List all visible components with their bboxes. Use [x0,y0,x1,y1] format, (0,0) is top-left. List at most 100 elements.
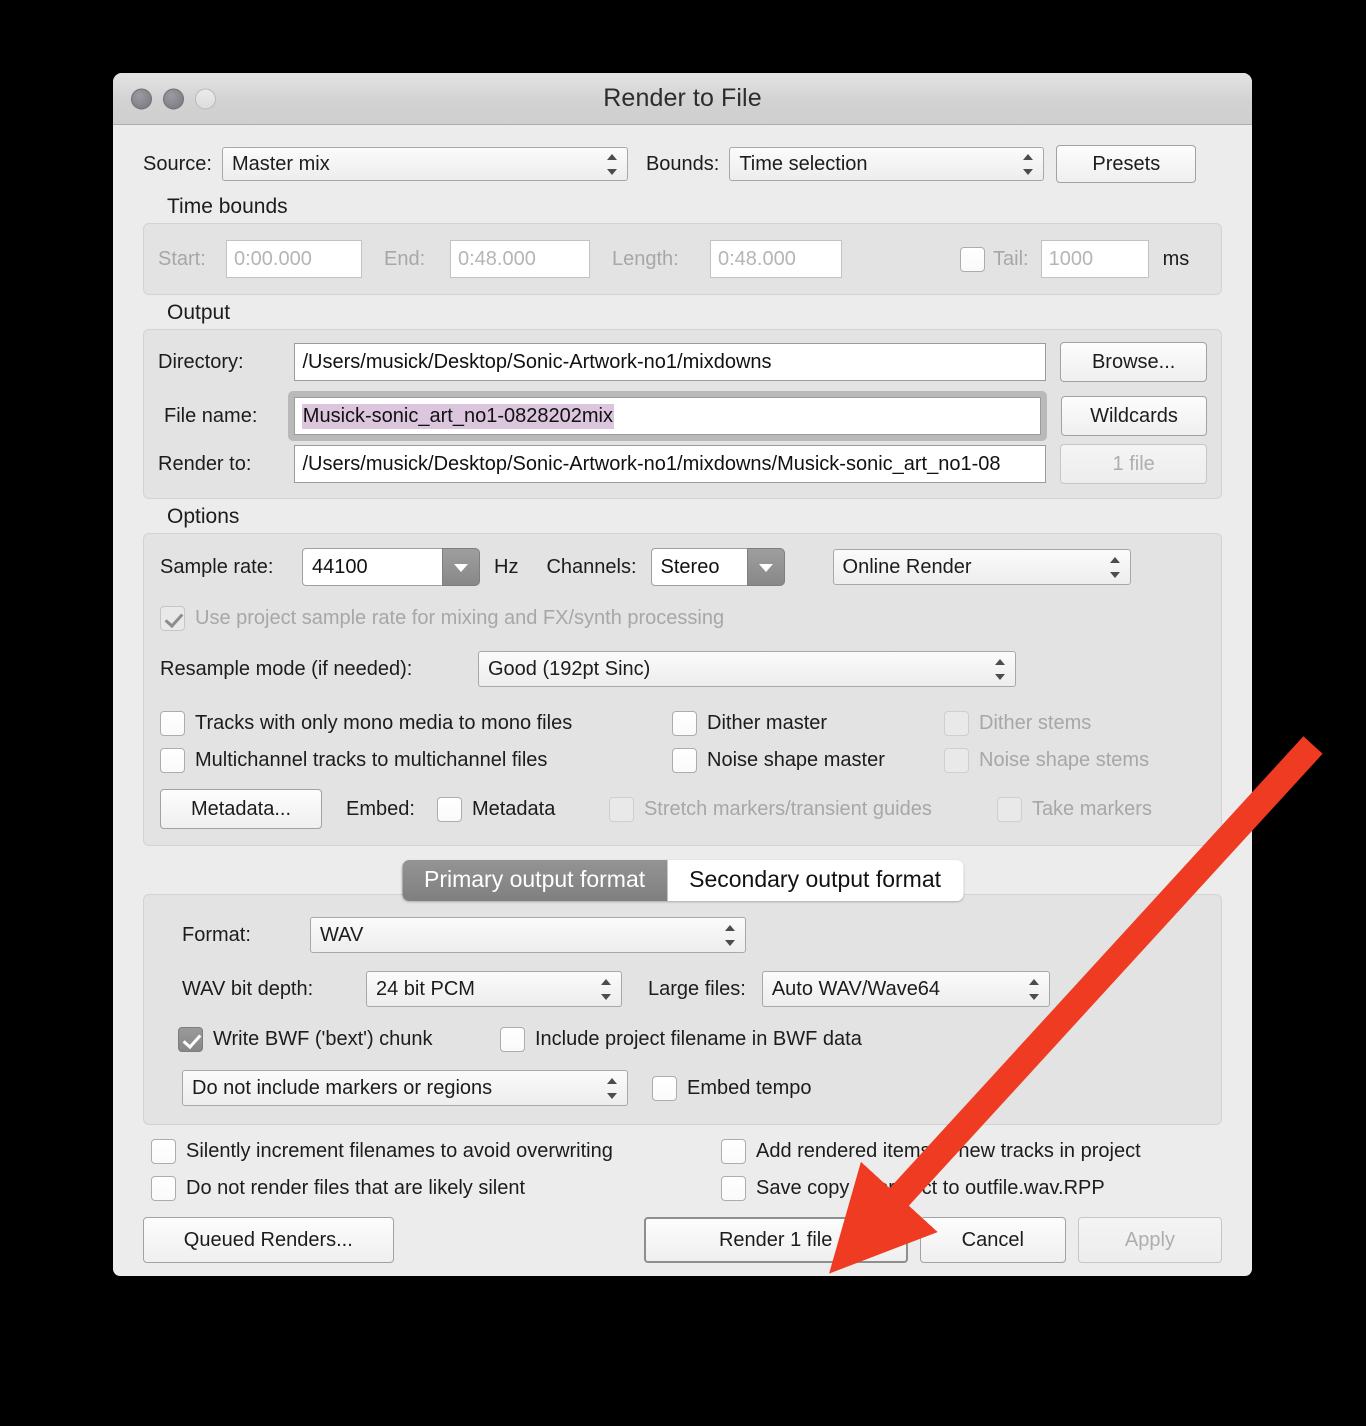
start-input[interactable]: 0:00.000 [226,240,362,278]
metadata-row: Metadata... Embed: Metadata Stretch mark… [160,789,1205,829]
render-to-input[interactable]: /Users/musick/Desktop/Sonic-Artwork-no1/… [294,445,1047,483]
window-titlebar: Render to File [113,73,1252,125]
cancel-button[interactable]: Cancel [919,1217,1066,1263]
window-title: Render to File [603,84,762,112]
minimize-button[interactable] [163,88,184,109]
multichannel-checkbox[interactable]: Multichannel tracks to multichannel file… [160,748,672,773]
bit-depth-value: 24 bit PCM [376,977,475,1000]
chevron-down-icon[interactable] [746,548,785,586]
length-input[interactable]: 0:48.000 [710,240,842,278]
checkbox-box [436,796,462,822]
hz-label: Hz [494,555,519,578]
resample-label: Resample mode (if needed): [160,657,413,680]
render-to-file-dialog: Render to File Source: Master mix Bounds… [113,73,1252,1276]
tail-checkbox[interactable] [960,246,985,272]
chevron-updown-icon [1028,978,1041,1000]
queued-renders-button[interactable]: Queued Renders... [143,1217,394,1263]
checkbox-box [178,1027,203,1052]
filename-input[interactable]: Musick-sonic_art_no1-0828202mix [293,397,1041,435]
output-group: Output Directory: /Users/musick/Desktop/… [143,301,1222,499]
checkbox-box [721,1139,746,1164]
end-label: End: [384,247,426,270]
directory-row: Directory: /Users/musick/Desktop/Sonic-A… [158,342,1207,382]
wildcards-button[interactable]: Wildcards [1060,396,1207,436]
time-bounds-body: Start: 0:00.000 End: 0:48.000 Length: 0:… [143,223,1222,295]
render-1-file-button[interactable]: Render 1 file [643,1217,908,1263]
bwf-row: Write BWF ('bext') chunk Include project… [160,1027,1205,1052]
multichannel-label: Multichannel tracks to multichannel file… [195,749,548,771]
use-project-sample-rate-checkbox: Use project sample rate for mixing and F… [160,606,724,631]
large-files-value: Auto WAV/Wave64 [771,977,941,1000]
start-label: Start: [158,247,206,270]
save-copy-project-checkbox[interactable]: Save copy of project to outfile.wav.RPP [721,1176,1105,1201]
options-checkbox-row-2: Multichannel tracks to multichannel file… [160,748,1205,773]
time-bounds-row: Start: 0:00.000 End: 0:48.000 Length: 0:… [158,240,1207,278]
chevron-updown-icon [606,1077,619,1099]
mono-media-checkbox[interactable]: Tracks with only mono media to mono file… [160,711,672,736]
chevron-down-icon[interactable] [442,548,480,586]
bottom-section: Silently increment filenames to avoid ov… [143,1139,1223,1263]
chevron-updown-icon [724,924,737,946]
chevron-updown-icon [600,978,613,1000]
stretch-markers-label: Stretch markers/transient guides [643,797,932,820]
bounds-dropdown[interactable]: Time selection [729,147,1045,181]
render-to-row: Render to: /Users/musick/Desktop/Sonic-A… [158,444,1207,484]
tail-label: Tail: [993,247,1029,270]
large-files-dropdown[interactable]: Auto WAV/Wave64 [761,971,1050,1007]
tail-input[interactable]: 1000 [1040,240,1149,278]
sample-rate-label: Sample rate: [160,555,274,578]
source-value: Master mix [231,152,330,175]
chevron-updown-icon [1109,556,1122,578]
source-dropdown[interactable]: Master mix [221,147,628,181]
format-panel: Format: WAV WAV bit depth: 24 bit PCM La… [143,894,1222,1125]
format-dropdown[interactable]: WAV [310,917,746,953]
resample-dropdown[interactable]: Good (192pt Sinc) [478,651,1016,687]
embed-metadata-checkbox[interactable]: Metadata [436,796,609,822]
bit-depth-dropdown[interactable]: 24 bit PCM [366,971,622,1007]
add-rendered-items-checkbox[interactable]: Add rendered items to new tracks in proj… [721,1139,1141,1164]
markers-dropdown[interactable]: Do not include markers or regions [182,1070,628,1106]
embed-tempo-checkbox[interactable]: Embed tempo [652,1075,812,1101]
browse-button[interactable]: Browse... [1060,342,1207,382]
filename-focus-ring: Musick-sonic_art_no1-0828202mix [287,391,1047,441]
write-bwf-checkbox[interactable]: Write BWF ('bext') chunk [178,1027,500,1052]
tab-secondary-output-format[interactable]: Secondary output format [667,860,964,901]
render-mode-value: Online Render [842,555,972,578]
bottom-checkbox-row-1: Silently increment filenames to avoid ov… [143,1139,1222,1164]
directory-input[interactable]: /Users/musick/Desktop/Sonic-Artwork-no1/… [294,343,1047,381]
sample-rate-value: 44100 [302,548,442,586]
close-button[interactable] [131,88,152,109]
metadata-button[interactable]: Metadata... [160,789,322,829]
presets-button[interactable]: Presets [1056,145,1197,183]
resample-value: Good (192pt Sinc) [488,657,651,680]
embed-label: Embed: [346,797,415,820]
end-input[interactable]: 0:48.000 [450,240,590,278]
checkbox-box [652,1075,677,1101]
options-title: Options [167,505,240,528]
filename-row: File name: Musick-sonic_art_no1-0828202m… [158,391,1207,441]
render-mode-dropdown[interactable]: Online Render [832,549,1131,585]
stretch-markers-checkbox: Stretch markers/transient guides [608,796,997,822]
output-body: Directory: /Users/musick/Desktop/Sonic-A… [143,329,1222,499]
large-files-label: Large files: [648,977,746,1000]
checkbox-box [151,1176,176,1201]
zoom-button[interactable] [195,88,216,109]
output-title: Output [167,301,231,324]
bottom-checkbox-row-2: Do not render files that are likely sile… [143,1176,1222,1201]
checkbox-box [160,606,185,631]
tab-primary-output-format[interactable]: Primary output format [401,860,668,901]
silently-increment-checkbox[interactable]: Silently increment filenames to avoid ov… [151,1139,721,1164]
include-project-filename-label: Include project filename in BWF data [535,1028,862,1050]
include-project-filename-checkbox[interactable]: Include project filename in BWF data [500,1027,862,1052]
channels-combo[interactable]: Stereo [650,548,785,586]
sample-rate-combo[interactable]: 44100 [302,548,480,586]
noise-shape-master-checkbox[interactable]: Noise shape master [672,748,944,773]
dither-master-checkbox[interactable]: Dither master [672,711,944,736]
bounds-label: Bounds: [645,152,720,175]
window-controls [131,88,216,109]
dither-master-label: Dither master [707,712,828,734]
noise-shape-stems-checkbox: Noise shape stems [944,748,1149,773]
options-checkbox-row-1: Tracks with only mono media to mono file… [160,711,1205,736]
do-not-render-silent-checkbox[interactable]: Do not render files that are likely sile… [151,1176,721,1201]
embed-tempo-label: Embed tempo [687,1076,812,1099]
